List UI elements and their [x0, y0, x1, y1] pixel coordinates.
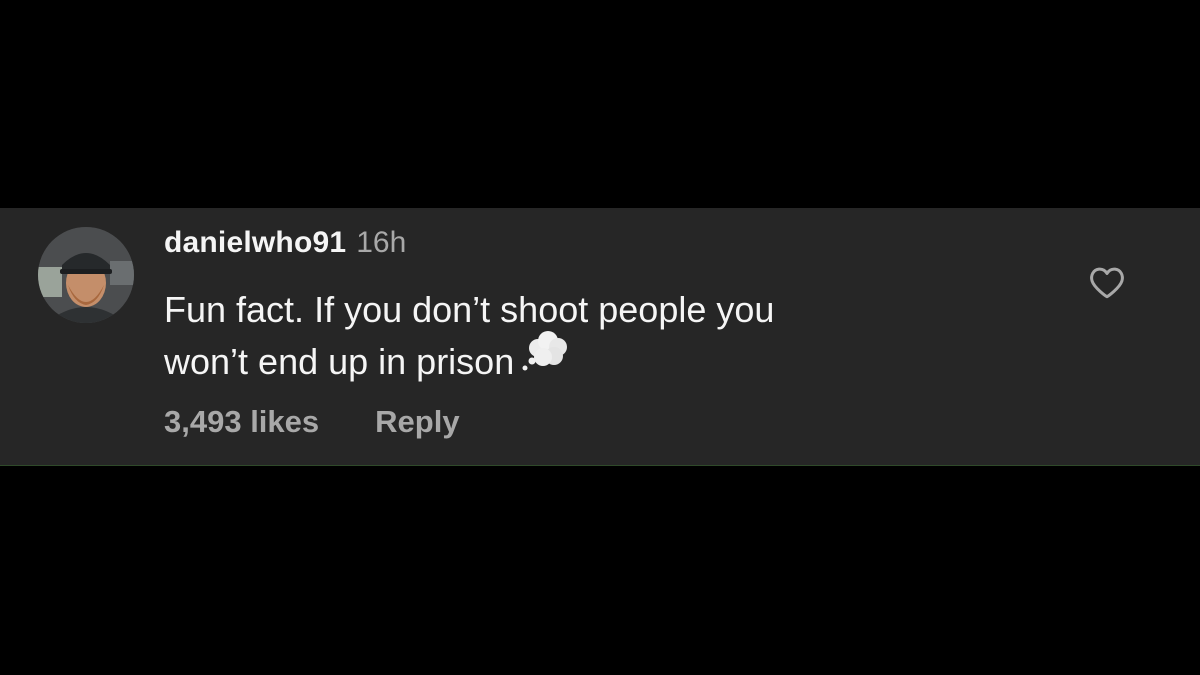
screenshot-stage: danielwho91 16h Fun fact. If you don’t s… [0, 0, 1200, 675]
comment-text-line-2: won’t end up in prison [164, 341, 515, 382]
comment-body: Fun fact. If you don’t shoot people you … [164, 284, 1044, 388]
thought-balloon-icon [520, 330, 570, 388]
comment-card: danielwho91 16h Fun fact. If you don’t s… [0, 208, 1200, 466]
heart-outline-icon[interactable] [1088, 264, 1126, 300]
comment-timestamp: 16h [356, 226, 407, 259]
avatar[interactable] [38, 227, 134, 323]
comment-actions: 3,493 likes Reply [164, 404, 460, 440]
reply-button[interactable]: Reply [375, 404, 459, 440]
avatar-photo [38, 227, 134, 323]
comment-text-line-1: Fun fact. If you don’t shoot people you [164, 289, 775, 330]
comment-header: danielwho91 16h [164, 226, 406, 266]
username-link[interactable]: danielwho91 [164, 226, 346, 260]
likes-count[interactable]: 3,493 likes [164, 404, 319, 440]
comment-text-line-2-wrapper: won’t end up in prison [164, 331, 1044, 388]
